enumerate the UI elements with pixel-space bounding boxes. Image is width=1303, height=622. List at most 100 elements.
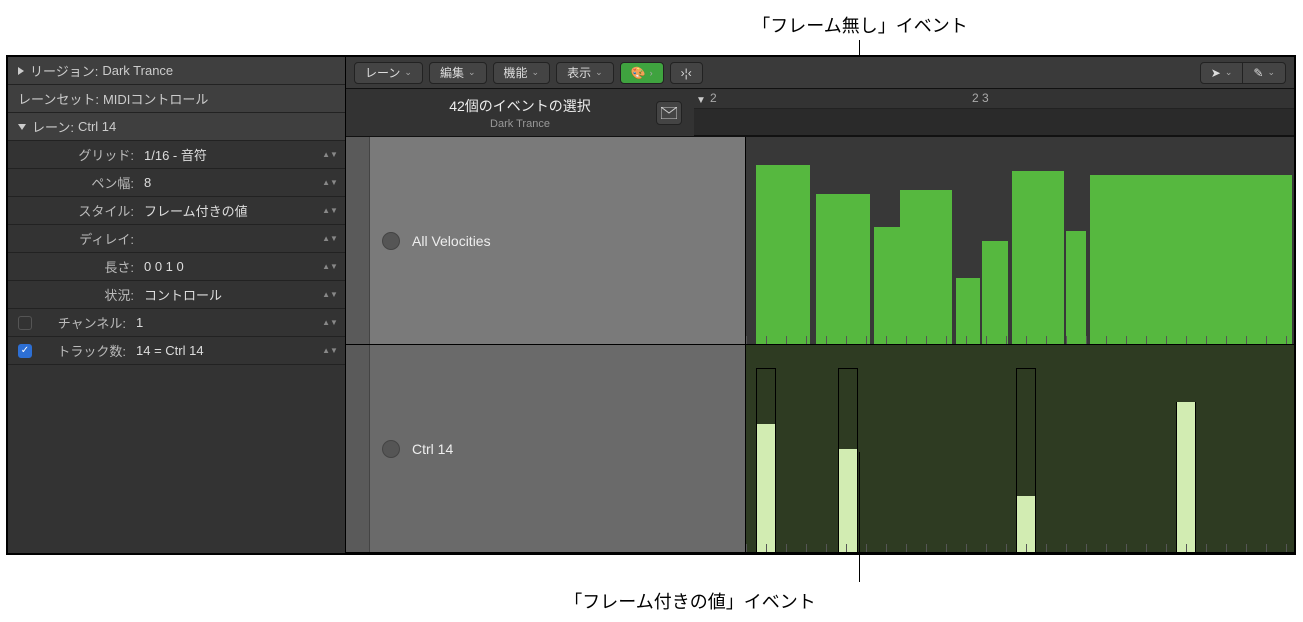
tool-selector: ➤⌄ ✎⌄	[1200, 62, 1286, 84]
catch-button[interactable]: ›¦‹	[670, 62, 703, 84]
inspector-sidebar: リージョン: Dark Trance レーンセット: MIDIコントロール レー…	[8, 57, 346, 553]
param-label: グリッド:	[18, 145, 140, 164]
main-area: レーン⌄ 編集⌄ 機能⌄ 表示⌄ 🎨› ›¦‹ ➤⌄ ✎⌄ 42個のイベントの選…	[346, 57, 1294, 553]
param-status[interactable]: 状況: コントロール ▲▼	[8, 281, 345, 309]
lane-header[interactable]: All Velocities	[346, 137, 746, 344]
lane-label: レーン:	[32, 117, 74, 136]
region-value: Dark Trance	[102, 63, 173, 78]
envelope-icon	[661, 107, 677, 119]
tick	[906, 336, 907, 344]
param-label: スタイル:	[18, 201, 140, 220]
stepper-icon[interactable]: ▲▼	[325, 259, 335, 275]
param-delay[interactable]: ディレイ: ▲▼	[8, 225, 345, 253]
laneset-header[interactable]: レーンセット: MIDIコントロール	[8, 85, 345, 113]
framed-value-bar[interactable]	[1016, 368, 1036, 552]
tick	[1286, 336, 1287, 344]
stepper-icon[interactable]: ▲▼	[325, 343, 335, 359]
velocity-bar[interactable]	[956, 278, 980, 344]
param-value: 1/16 - 音符	[140, 145, 325, 164]
velocity-bar[interactable]	[1066, 231, 1086, 344]
velocity-bar[interactable]	[982, 241, 1008, 344]
param-style[interactable]: スタイル: フレーム付きの値 ▲▼	[8, 197, 345, 225]
param-length[interactable]: 長さ: 0 0 1 0 ▲▼	[8, 253, 345, 281]
stepper-icon[interactable]: ▲▼	[325, 315, 335, 331]
playhead-icon[interactable]: ▼	[696, 95, 706, 106]
tick	[1126, 336, 1127, 344]
velocity-bar[interactable]	[1090, 175, 1292, 344]
chevron-down-icon: ⌄	[1225, 67, 1233, 78]
disclosure-icon	[18, 67, 24, 75]
lane-content[interactable]	[746, 137, 1294, 344]
info-panel: 42個のイベントの選択 Dark Trance	[346, 89, 694, 136]
tick	[866, 336, 867, 344]
lane-name: All Velocities	[412, 233, 491, 249]
stepper-icon[interactable]: ▲▼	[325, 231, 335, 247]
pencil-icon: ✎	[1253, 66, 1263, 80]
velocity-bar[interactable]	[1012, 171, 1064, 344]
velocity-bar[interactable]	[874, 227, 900, 344]
stepper-icon[interactable]: ▲▼	[325, 147, 335, 163]
tick	[1206, 336, 1207, 344]
stepper-icon[interactable]: ▲▼	[325, 287, 335, 303]
tick	[826, 336, 827, 344]
region-label: リージョン:	[30, 61, 98, 80]
tick	[1166, 336, 1167, 344]
param-grid[interactable]: グリッド: 1/16 - 音符 ▲▼	[8, 141, 345, 169]
view-menu[interactable]: 表示⌄	[556, 62, 614, 84]
param-channel[interactable]: チャンネル: 1 ▲▼	[8, 309, 345, 337]
tick	[986, 336, 987, 344]
lane-content[interactable]	[746, 345, 1294, 552]
param-label: チャンネル:	[40, 313, 132, 332]
velocity-bar[interactable]	[900, 190, 952, 344]
param-track[interactable]: ✓ トラック数: 14 = Ctrl 14 ▲▼	[8, 337, 345, 365]
tick	[1146, 544, 1147, 552]
lane-select-radio[interactable]	[382, 440, 400, 458]
stepper-icon[interactable]: ▲▼	[325, 203, 335, 219]
ruler[interactable]: ▼ 2 2 3	[694, 89, 1294, 136]
param-label: ディレイ:	[18, 229, 140, 248]
stepper-icon[interactable]: ▲▼	[325, 175, 335, 191]
chevron-down-icon: ⌄	[595, 67, 603, 78]
param-value: 14 = Ctrl 14	[132, 343, 325, 358]
region-header[interactable]: リージョン: Dark Trance	[8, 57, 345, 85]
color-button[interactable]: 🎨›	[620, 62, 664, 84]
tick	[1266, 336, 1267, 344]
annotation-bottom: 「フレーム付きの値」イベント	[500, 588, 880, 614]
function-menu[interactable]: 機能⌄	[493, 62, 551, 84]
velocity-bar[interactable]	[816, 194, 870, 344]
pointer-tool[interactable]: ➤⌄	[1200, 62, 1244, 84]
edit-menu[interactable]: 編集⌄	[429, 62, 487, 84]
annotation-top: 「フレーム無し」イベント	[740, 12, 980, 38]
checkbox-on-icon[interactable]: ✓	[18, 344, 32, 358]
param-label: ペン幅:	[18, 173, 140, 192]
disclosure-open-icon	[18, 124, 26, 130]
pencil-tool[interactable]: ✎⌄	[1243, 62, 1286, 84]
param-penwidth[interactable]: ペン幅: 8 ▲▼	[8, 169, 345, 197]
tick	[886, 544, 887, 552]
tick	[1026, 336, 1027, 344]
lane-header[interactable]: Ctrl 14	[346, 345, 746, 552]
lane-menu[interactable]: レーン⌄	[354, 62, 423, 84]
chevron-down-icon: ⌄	[1267, 67, 1275, 78]
lane-select-radio[interactable]	[382, 232, 400, 250]
toolbar: レーン⌄ 編集⌄ 機能⌄ 表示⌄ 🎨› ›¦‹ ➤⌄ ✎⌄	[346, 57, 1294, 89]
lane-value: Ctrl 14	[78, 119, 116, 134]
ruler-marker: 2 3	[972, 91, 989, 105]
envelope-button[interactable]	[656, 101, 682, 125]
velocity-bar[interactable]	[756, 165, 810, 344]
framed-value-bar[interactable]	[756, 368, 776, 552]
lane-drag-handle[interactable]	[346, 137, 370, 344]
lane-header[interactable]: レーン: Ctrl 14	[8, 113, 345, 141]
lane-drag-handle[interactable]	[346, 345, 370, 552]
framed-value-bar[interactable]	[1176, 402, 1196, 552]
tick	[1266, 544, 1267, 552]
tick	[1086, 336, 1087, 344]
framed-value-bar[interactable]	[838, 368, 858, 552]
tick	[1006, 544, 1007, 552]
checkbox-off-icon[interactable]	[18, 316, 32, 330]
catch-icon: ›¦‹	[681, 66, 692, 80]
framed-value-fill	[839, 449, 857, 552]
tick	[946, 336, 947, 344]
tick	[1226, 544, 1227, 552]
tick	[1126, 544, 1127, 552]
